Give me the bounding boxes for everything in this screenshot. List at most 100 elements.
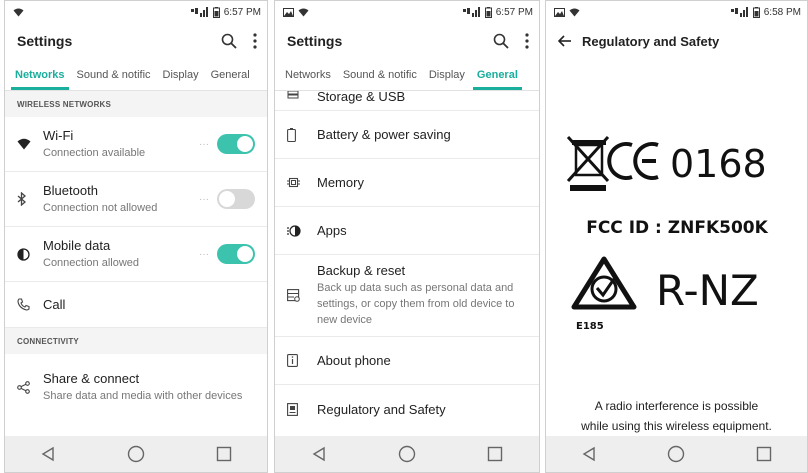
divider-dots: ··· <box>199 248 209 260</box>
about-title: About phone <box>317 353 391 368</box>
apps-row[interactable]: Apps <box>275 207 539 255</box>
backup-subtitle: Back up data such as personal data and s… <box>317 282 515 326</box>
status-bar: 6:57 PM <box>275 1 539 23</box>
wifi-row[interactable]: Wi-Fi Connection available ··· <box>5 117 267 172</box>
ce-mark-icon <box>607 142 659 180</box>
radio-interference-notice: A radio interference is possible while u… <box>546 396 807 436</box>
bluetooth-toggle[interactable] <box>217 189 255 209</box>
home-nav-icon[interactable] <box>398 445 416 463</box>
notice-line-1: A radio interference is possible <box>594 399 759 413</box>
app-toolbar: Settings <box>275 23 539 59</box>
about-phone-row[interactable]: About phone <box>275 337 539 385</box>
back-nav-icon[interactable] <box>311 446 327 462</box>
share-connect-row[interactable]: Share & connect Share data and media wit… <box>5 354 267 420</box>
mobile-data-row[interactable]: Mobile data Connection allowed ··· <box>5 227 267 282</box>
info-icon <box>287 354 298 367</box>
nav-bar <box>5 436 267 472</box>
page-title: Settings <box>17 33 73 49</box>
tab-sound[interactable]: Sound & notific <box>71 59 157 90</box>
settings-networks-screen: 6:57 PM Settings Networks Sound & notifi… <box>4 0 268 473</box>
tab-general[interactable]: General <box>471 59 524 90</box>
back-nav-icon[interactable] <box>40 446 56 462</box>
notice-line-2: while using this wireless equipment. <box>581 419 772 433</box>
certification-marks: 0168 FCC ID : ZNFK500K R-NZ E185 <box>566 135 769 332</box>
bluetooth-row[interactable]: Bluetooth Connection not allowed ··· <box>5 172 267 227</box>
search-icon[interactable] <box>221 33 237 49</box>
image-notification-icon <box>554 7 565 17</box>
settings-general-screen: 6:57 PM Settings Networks Sound & notifi… <box>274 0 540 473</box>
battery-setting-icon <box>287 127 296 142</box>
backup-reset-row[interactable]: Backup & reset Back up data such as pers… <box>275 255 539 337</box>
tab-sound[interactable]: Sound & notific <box>337 59 423 90</box>
nav-bar <box>546 436 807 472</box>
recents-nav-icon[interactable] <box>216 446 232 462</box>
status-bar: 6:57 PM <box>5 1 267 23</box>
app-toolbar: Settings <box>5 23 267 59</box>
wifi-toggle[interactable] <box>217 134 255 154</box>
wifi-status: Connection available <box>43 146 146 159</box>
section-header-wireless: WIRELESS NETWORKS <box>5 91 267 117</box>
settings-tabs: Networks Sound & notific Display General <box>5 59 267 91</box>
divider-dots: ··· <box>199 193 209 205</box>
divider-dots: ··· <box>199 138 209 150</box>
wifi-icon <box>17 138 31 150</box>
status-time: 6:58 PM <box>763 6 801 18</box>
battery-row[interactable]: Battery & power saving <box>275 111 539 159</box>
signal-icon <box>190 7 209 17</box>
signal-icon <box>462 7 481 17</box>
fcc-id: FCC ID : ZNFK500K <box>586 218 768 238</box>
mobile-data-status: Connection allowed <box>43 256 140 269</box>
call-row[interactable]: Call <box>5 282 267 328</box>
back-nav-icon[interactable] <box>581 446 597 462</box>
rcm-mark-icon <box>571 256 637 310</box>
storage-row[interactable]: Storage & USB <box>275 91 539 111</box>
battery-icon <box>212 6 220 18</box>
bluetooth-icon <box>17 192 27 206</box>
call-title: Call <box>43 297 66 312</box>
tab-general[interactable]: General <box>205 59 256 90</box>
apps-icon <box>287 224 301 237</box>
memory-icon <box>287 176 300 189</box>
storage-icon <box>287 91 299 103</box>
share-subtitle: Share data and media with other devices <box>43 389 243 402</box>
backup-icon <box>287 289 300 302</box>
status-time: 6:57 PM <box>223 6 261 18</box>
page-title: Regulatory and Safety <box>582 33 720 49</box>
mobile-data-title: Mobile data <box>43 237 111 253</box>
regulatory-icon <box>287 402 298 416</box>
bluetooth-status: Connection not allowed <box>43 201 158 214</box>
bluetooth-title: Bluetooth <box>43 182 98 198</box>
home-nav-icon[interactable] <box>127 445 145 463</box>
image-notification-icon <box>283 7 294 17</box>
backup-title: Backup & reset <box>317 263 406 278</box>
recents-nav-icon[interactable] <box>487 446 503 462</box>
back-arrow-icon[interactable] <box>558 35 572 47</box>
search-icon[interactable] <box>493 33 509 49</box>
tab-networks[interactable]: Networks <box>279 59 337 90</box>
wifi-status-icon <box>298 8 309 17</box>
section-header-connectivity: CONNECTIVITY <box>5 328 267 354</box>
regulatory-row[interactable]: Regulatory and Safety <box>275 385 539 433</box>
weee-bin-icon <box>566 135 610 191</box>
regulatory-content: 0168 FCC ID : ZNFK500K R-NZ E185 A radio… <box>546 59 807 436</box>
share-icon <box>17 380 30 394</box>
battery-icon <box>484 6 492 18</box>
ce-number: 0168 <box>670 142 767 186</box>
home-nav-icon[interactable] <box>667 445 685 463</box>
app-toolbar: Regulatory and Safety <box>546 23 807 59</box>
tab-display[interactable]: Display <box>423 59 471 90</box>
tab-networks[interactable]: Networks <box>9 59 71 90</box>
wifi-status-icon <box>13 8 24 17</box>
memory-row[interactable]: Memory <box>275 159 539 207</box>
recents-nav-icon[interactable] <box>756 446 772 462</box>
regulatory-title: Regulatory and Safety <box>317 401 446 417</box>
rcm-label: R-NZ <box>656 266 759 315</box>
wifi-title: Wi-Fi <box>43 127 74 143</box>
regulatory-safety-screen: 6:58 PM Regulatory and Safety 0168 FCC I… <box>545 0 808 473</box>
status-time: 6:57 PM <box>495 6 533 18</box>
mobile-data-toggle[interactable] <box>217 244 255 264</box>
wifi-status-icon <box>569 8 580 17</box>
tab-display[interactable]: Display <box>157 59 205 90</box>
more-options-icon[interactable] <box>525 33 529 49</box>
more-options-icon[interactable] <box>253 33 257 49</box>
